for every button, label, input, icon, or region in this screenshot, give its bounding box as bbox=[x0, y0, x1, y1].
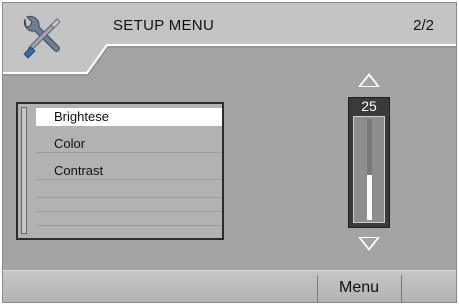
menu-item-color[interactable]: Color bbox=[36, 135, 222, 153]
slider-bar bbox=[367, 119, 372, 220]
triangle-down-icon[interactable] bbox=[358, 237, 380, 251]
menu-list-panel: Brightese Color Contrast bbox=[16, 102, 224, 240]
value-slider[interactable]: 25 bbox=[348, 97, 390, 228]
menu-scrollbar[interactable] bbox=[21, 107, 27, 234]
menu-item-brightness[interactable]: Brightese bbox=[36, 108, 222, 126]
menu-item-empty bbox=[36, 189, 222, 198]
menu-item-empty bbox=[36, 203, 222, 212]
slider-fill bbox=[367, 174, 372, 220]
menu-item-contrast[interactable]: Contrast bbox=[36, 162, 222, 180]
tools-icon bbox=[23, 15, 61, 59]
page-title: SETUP MENU bbox=[113, 17, 215, 34]
slider-track[interactable] bbox=[353, 116, 385, 223]
menu-list: Brightese Color Contrast bbox=[36, 108, 222, 231]
osd-screen: SETUP MENU 2/2 Brightese Color Contrast … bbox=[2, 2, 457, 303]
footer-divider bbox=[401, 275, 402, 302]
header-tab-shape bbox=[3, 3, 456, 76]
menu-button[interactable]: Menu bbox=[317, 275, 401, 301]
header-bar: SETUP MENU 2/2 bbox=[3, 3, 456, 76]
page-indicator: 2/2 bbox=[413, 17, 434, 34]
slider-value: 25 bbox=[361, 98, 377, 114]
triangle-up-icon[interactable] bbox=[358, 73, 380, 87]
menu-item-empty bbox=[36, 217, 222, 226]
